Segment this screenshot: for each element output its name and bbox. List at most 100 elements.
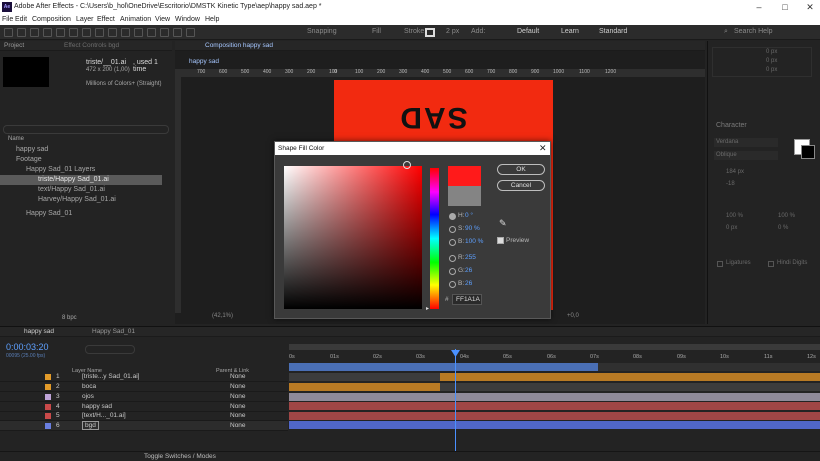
ok-button[interactable]: OK (497, 164, 545, 175)
menu-view[interactable]: View (155, 14, 170, 25)
preview-checkbox[interactable] (497, 237, 504, 244)
zoom-tool-icon[interactable] (43, 28, 52, 37)
close-icon[interactable]: ✕ (803, 0, 817, 14)
horizontal-scale-value[interactable]: 100 % (778, 213, 795, 219)
vertical-scale-value[interactable]: 100 % (726, 213, 743, 219)
align-px-3[interactable]: 0 px (766, 67, 777, 73)
zoom-level[interactable]: (42,1%) (212, 313, 233, 319)
menu-composition[interactable]: Composition (32, 14, 71, 25)
search-icon[interactable]: ⌕ (724, 28, 728, 36)
font-size-value[interactable]: 184 px (726, 169, 744, 175)
hindi-digits-checkbox[interactable] (768, 261, 774, 267)
layer-bar[interactable] (440, 373, 820, 381)
stroke-width[interactable]: 2 px (446, 28, 459, 35)
table-row[interactable]: 2 boca None (0, 382, 288, 392)
blue-value[interactable]: 26 (465, 280, 472, 287)
color-field-cursor[interactable] (403, 161, 411, 169)
layer-bar[interactable] (289, 383, 440, 391)
s-value[interactable]: 90 % (465, 225, 480, 232)
label-color[interactable] (45, 404, 51, 410)
b-value[interactable]: 100 % (465, 238, 483, 245)
table-row[interactable]: 1 [triste...y Sad_01.ai] None (0, 372, 288, 382)
align-px-1[interactable]: 0 px (766, 49, 777, 55)
label-color[interactable] (45, 423, 51, 429)
toggle-switches-modes[interactable]: Toggle Switches / Modes (144, 453, 216, 460)
home-icon[interactable] (4, 28, 13, 37)
column-name[interactable]: Name (8, 136, 24, 142)
rectangle-tool-icon[interactable] (95, 28, 104, 37)
puppet-tool-icon[interactable] (186, 28, 195, 37)
brightness-radio[interactable] (449, 239, 456, 246)
minimize-icon[interactable]: – (752, 0, 766, 14)
timeline-search-input[interactable] (85, 345, 135, 354)
tracking-value[interactable]: -18 (726, 181, 735, 187)
label-color[interactable] (45, 394, 51, 400)
clone-tool-icon[interactable] (147, 28, 156, 37)
color-field[interactable] (284, 166, 422, 309)
type-tool-icon[interactable] (121, 28, 130, 37)
label-color[interactable] (45, 413, 51, 419)
pan-behind-tool-icon[interactable] (82, 28, 91, 37)
baseline-shift-value[interactable]: 0 px (726, 225, 737, 231)
list-item[interactable]: Happy Sad_01 Layers (0, 165, 172, 175)
hue-slider-handle[interactable]: ▸ (426, 305, 429, 312)
menu-effect[interactable]: Effect (97, 14, 115, 25)
list-item[interactable]: Footage (0, 155, 172, 165)
work-area-bar[interactable] (289, 344, 820, 350)
rotate-tool-icon[interactable] (56, 28, 65, 37)
g-value[interactable]: 26 (465, 267, 472, 274)
list-item[interactable]: text/Happy Sad_01.ai (0, 185, 172, 195)
pen-tool-icon[interactable] (108, 28, 117, 37)
menu-file[interactable]: File (2, 14, 13, 25)
h-value[interactable]: 0 ° (465, 212, 473, 219)
dialog-close-icon[interactable]: ✕ (539, 143, 547, 154)
stroke-swatch[interactable] (425, 28, 435, 37)
layer-bar[interactable] (289, 412, 820, 420)
tab-composition[interactable]: Composition happy sad (205, 41, 273, 51)
label-color[interactable] (45, 374, 51, 380)
layer-bar[interactable] (289, 402, 820, 410)
tab-project[interactable]: Project (4, 41, 24, 51)
align-px-2[interactable]: 0 px (766, 58, 777, 64)
eraser-tool-icon[interactable] (160, 28, 169, 37)
menu-edit[interactable]: Edit (15, 14, 27, 25)
camera-tool-icon[interactable] (69, 28, 78, 37)
maximize-icon[interactable]: □ (778, 0, 792, 14)
font-family-field[interactable]: Verdana (714, 138, 778, 147)
cancel-button[interactable]: Cancel (497, 180, 545, 191)
current-timecode[interactable]: 0:00:03:20 (6, 342, 49, 352)
brush-tool-icon[interactable] (134, 28, 143, 37)
project-search-input[interactable] (3, 125, 169, 134)
list-item[interactable]: happy sad (0, 145, 172, 155)
add-label[interactable]: Add: (471, 28, 485, 35)
bpc-label[interactable]: 8 bpc (62, 315, 77, 321)
table-row[interactable]: 5 [text/H..._01.ai] None (0, 411, 288, 421)
menu-help[interactable]: Help (205, 14, 219, 25)
fill-label[interactable]: Fill (372, 28, 381, 35)
layer-bar[interactable] (289, 421, 820, 429)
eyedropper-icon[interactable]: ✎ (499, 218, 507, 229)
list-item-selected[interactable]: triste/Happy Sad_01.ai (0, 175, 162, 185)
tab-timeline-happy-sad[interactable]: happy sad (24, 327, 54, 337)
hex-input[interactable]: FF1A1A (452, 294, 482, 305)
workspace-default[interactable]: Default (517, 28, 539, 35)
blue-radio[interactable] (449, 281, 456, 288)
menu-animation[interactable]: Animation (120, 14, 151, 25)
tab-happy-sad[interactable]: happy sad (183, 57, 225, 67)
original-color-swatch[interactable] (448, 186, 481, 206)
list-item[interactable]: Happy Sad_01 (0, 209, 172, 219)
menu-window[interactable]: Window (175, 14, 200, 25)
roto-brush-icon[interactable] (173, 28, 182, 37)
exposure-offset[interactable]: +0,0 (567, 313, 579, 319)
layer-bar[interactable] (289, 393, 820, 401)
menu-layer[interactable]: Layer (76, 14, 94, 25)
stroke-color-swatch[interactable] (801, 145, 815, 159)
selection-tool-icon[interactable] (17, 28, 26, 37)
font-style-field[interactable]: Oblique (714, 151, 778, 160)
workspace-standard[interactable]: Standard (599, 28, 627, 35)
r-value[interactable]: 255 (465, 254, 476, 261)
hand-tool-icon[interactable] (30, 28, 39, 37)
red-radio[interactable] (449, 255, 456, 262)
hue-slider[interactable] (430, 168, 439, 309)
label-color[interactable] (45, 384, 51, 390)
